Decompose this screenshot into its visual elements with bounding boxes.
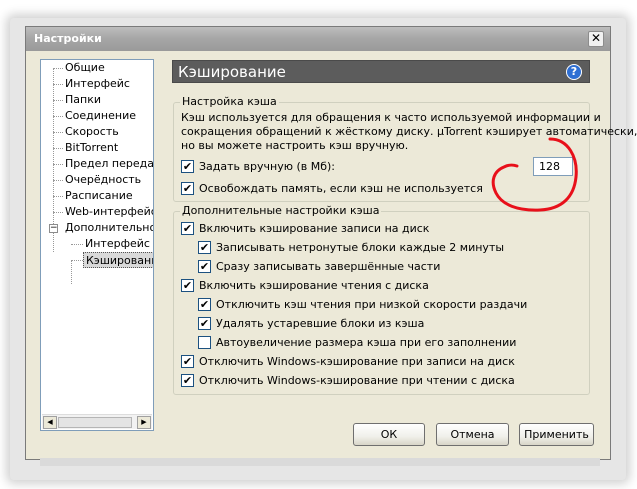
tree-connector xyxy=(53,100,63,101)
write-finished-pieces-option[interactable]: ✔ Сразу записывать завершённые части xyxy=(198,260,440,274)
tree-item-scheduler[interactable]: Расписание xyxy=(65,188,133,204)
manual-size-option[interactable]: ✔ Задать вручную (в Мб): xyxy=(181,160,335,174)
tree-connector xyxy=(53,180,63,181)
manual-size-label: Задать вручную (в Мб): xyxy=(199,160,336,173)
tree-horizontal-scrollbar[interactable]: ◀ ▶ xyxy=(42,414,152,429)
disable-windows-read-cache-option[interactable]: ✔ Отключить Windows-кэширование при чтени… xyxy=(181,374,515,388)
tree-connector xyxy=(53,68,63,69)
disable-windows-write-cache-checkbox[interactable]: ✔ xyxy=(181,355,194,368)
write-finished-pieces-label: Сразу записывать завершённые части xyxy=(216,260,441,273)
remove-old-blocks-checkbox[interactable]: ✔ xyxy=(198,317,211,330)
collapse-icon[interactable]: − xyxy=(49,224,58,233)
tree-connector xyxy=(71,244,83,245)
tree-item-disk-cache[interactable]: Кэширование xyxy=(83,252,153,268)
advanced-cache-legend: Дополнительные настройки кэша xyxy=(180,204,382,217)
settings-tree[interactable]: Общие Интерфейс Папки Соединение Скорост… xyxy=(40,59,154,431)
tree-connector xyxy=(53,148,63,149)
panel-header: Кэширование ? xyxy=(172,60,590,83)
scroll-thumb[interactable] xyxy=(58,417,132,428)
disable-windows-read-cache-label: Отключить Windows-кэширование при чтении… xyxy=(199,374,515,387)
manual-size-checkbox[interactable]: ✔ xyxy=(181,160,194,173)
tree-item-transfer-cap[interactable]: Предел передачи xyxy=(65,156,153,172)
tree-connector xyxy=(53,164,63,165)
write-untouched-blocks-label: Записывать нетронутые блоки каждые 2 мин… xyxy=(216,241,505,254)
disable-windows-read-cache-checkbox[interactable]: ✔ xyxy=(181,374,194,387)
enable-read-cache-label: Включить кэширование чтения с диска xyxy=(199,279,429,292)
title-bar[interactable]: Настройки ✕ xyxy=(26,27,610,51)
tree-item-bittorrent[interactable]: BitTorrent xyxy=(65,140,118,156)
apply-button[interactable]: Применить xyxy=(519,423,594,446)
write-untouched-blocks-checkbox[interactable]: ✔ xyxy=(198,241,211,254)
tree-connector xyxy=(53,84,63,85)
tree-item-web-ui[interactable]: Web-интерфейс xyxy=(65,204,153,220)
taskbar-remnant xyxy=(40,458,600,466)
scroll-left-icon[interactable]: ◀ xyxy=(43,416,57,429)
tree-item-ui-extras[interactable]: Интерфейс xyxy=(85,236,150,252)
annotation-circle xyxy=(491,137,578,212)
window-title: Настройки xyxy=(34,32,102,45)
settings-dialog: Настройки ✕ Общие Интерфейс Папки Соедин… xyxy=(25,26,637,460)
enable-read-cache-checkbox[interactable]: ✔ xyxy=(181,279,194,292)
advanced-cache-group: Дополнительные настройки кэша ✔ Включить … xyxy=(173,204,590,395)
enable-write-cache-checkbox[interactable]: ✔ xyxy=(181,222,194,235)
close-button[interactable]: ✕ xyxy=(588,31,604,47)
auto-grow-cache-option[interactable]: Автоувеличение размера кэша при его запо… xyxy=(198,336,516,350)
scroll-right-icon[interactable]: ▶ xyxy=(137,416,151,429)
free-memory-label: Освобождать память, если кэш не использу… xyxy=(199,182,483,195)
tree-connector xyxy=(53,212,63,213)
tree-connector xyxy=(53,132,63,133)
disable-windows-write-cache-label: Отключить Windows-кэширование при записи… xyxy=(199,355,515,368)
enable-write-cache-label: Включить кэширование записи на диск xyxy=(199,222,430,235)
help-icon[interactable]: ? xyxy=(566,64,582,80)
description-line: Кэш используется для обращения к часто и… xyxy=(181,111,601,124)
write-finished-pieces-checkbox[interactable]: ✔ xyxy=(198,260,211,273)
tree-connector xyxy=(71,260,72,284)
tree-item-general[interactable]: Общие xyxy=(65,60,105,76)
write-untouched-blocks-option[interactable]: ✔ Записывать нетронутые блоки каждые 2 ми… xyxy=(198,241,504,255)
remove-old-blocks-option[interactable]: ✔ Удалять устаревшие блоки из кэша xyxy=(198,317,424,331)
enable-read-cache-option[interactable]: ✔ Включить кэширование чтения с диска xyxy=(181,279,429,293)
auto-grow-cache-checkbox[interactable] xyxy=(198,336,211,349)
disable-read-cache-low-speed-label: Отключить кэш чтения при низкой скорости… xyxy=(216,298,528,311)
tree-item-connection[interactable]: Соединение xyxy=(65,108,136,124)
free-memory-checkbox[interactable]: ✔ xyxy=(181,182,194,195)
close-icon: ✕ xyxy=(590,31,602,45)
enable-write-cache-option[interactable]: ✔ Включить кэширование записи на диск xyxy=(181,222,429,236)
disable-read-cache-low-speed-option[interactable]: ✔ Отключить кэш чтения при низкой скорост… xyxy=(198,298,527,312)
tree-connector xyxy=(53,196,63,197)
tree-connector xyxy=(53,116,63,117)
auto-grow-cache-label: Автоувеличение размера кэша при его запо… xyxy=(216,336,517,349)
tree-item-folders[interactable]: Папки xyxy=(65,92,101,108)
tree-connector xyxy=(71,260,83,261)
cancel-button[interactable]: Отмена xyxy=(436,423,509,446)
tree-item-advanced[interactable]: Дополнительно xyxy=(65,220,153,236)
disable-windows-write-cache-option[interactable]: ✔ Отключить Windows-кэширование при запис… xyxy=(181,355,515,369)
disable-read-cache-low-speed-checkbox[interactable]: ✔ xyxy=(198,298,211,311)
tree-item-interface[interactable]: Интерфейс xyxy=(65,76,130,92)
ok-button[interactable]: ОК xyxy=(353,423,425,446)
panel-title: Кэширование xyxy=(178,63,286,81)
tree-item-queueing[interactable]: Очерёдность xyxy=(65,172,141,188)
free-memory-option[interactable]: ✔ Освобождать память, если кэш не использ… xyxy=(181,182,483,196)
cache-settings-legend: Настройка кэша xyxy=(180,95,279,108)
tree-item-speed[interactable]: Скорость xyxy=(65,124,119,140)
remove-old-blocks-label: Удалять устаревшие блоки из кэша xyxy=(216,317,425,330)
